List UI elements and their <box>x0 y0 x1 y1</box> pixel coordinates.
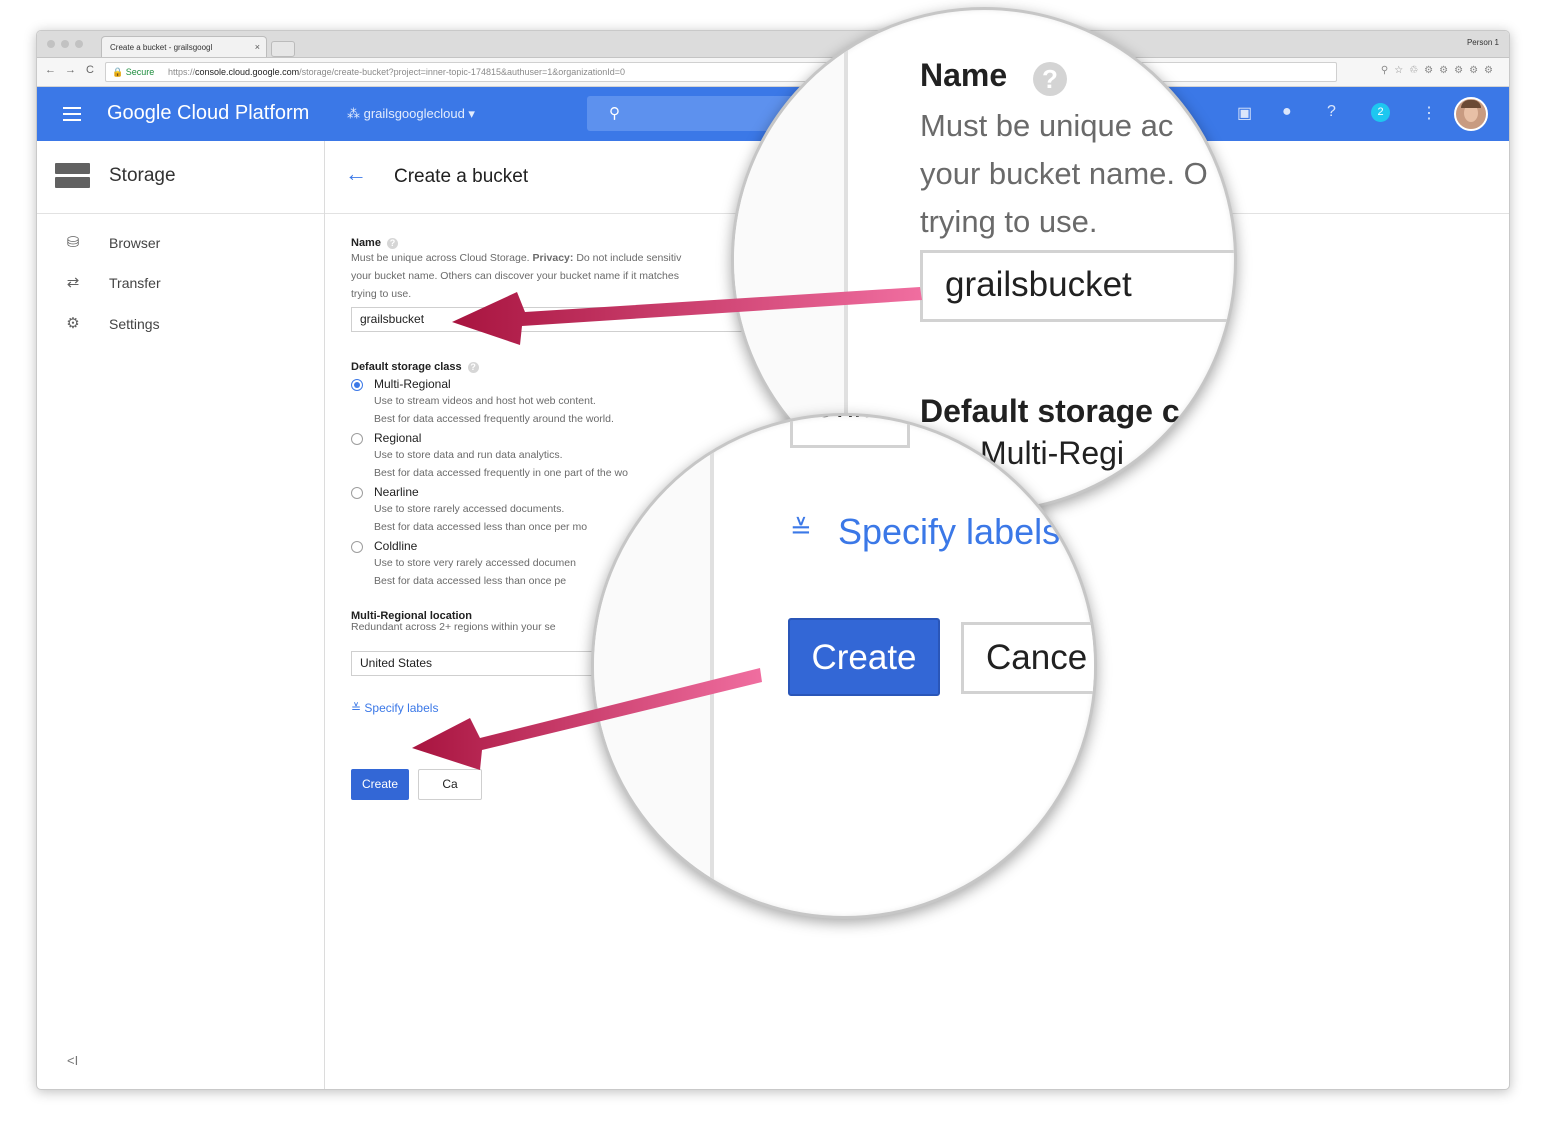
arrow-to-name-field <box>452 287 922 345</box>
callout-arrows <box>412 287 922 770</box>
arrow-to-create-button <box>412 668 762 770</box>
